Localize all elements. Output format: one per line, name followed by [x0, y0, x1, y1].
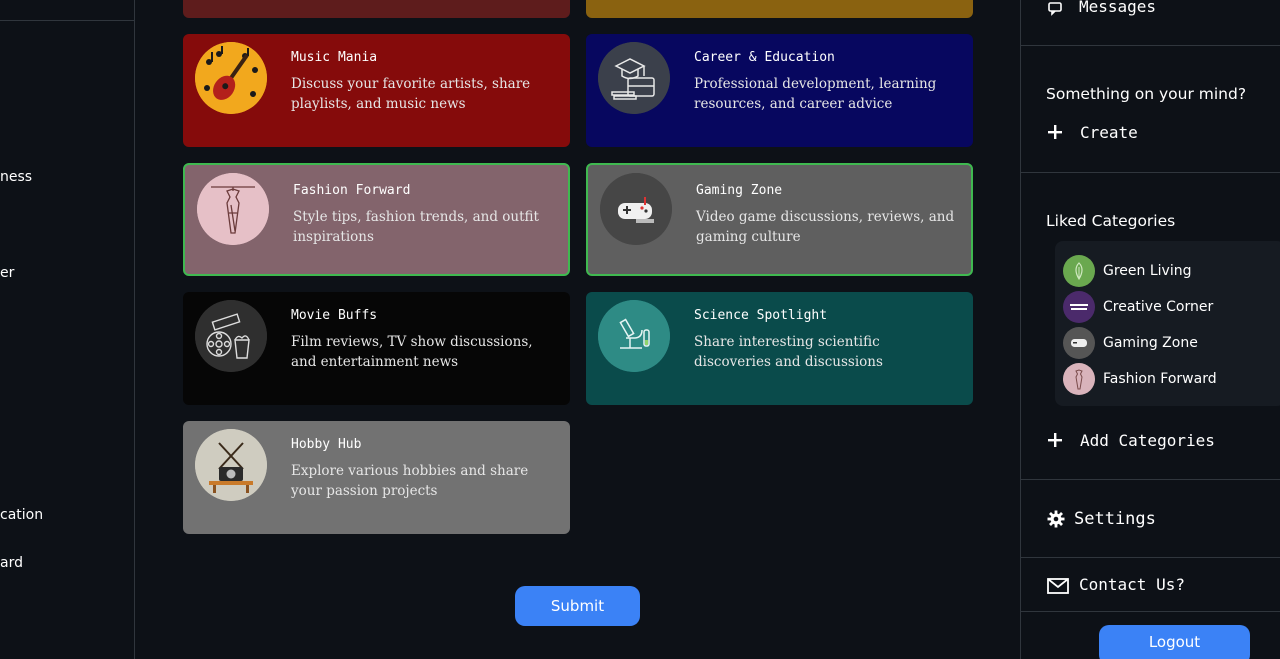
right-sidebar: Messages Something on your mind? Create …: [1020, 0, 1280, 659]
dress-icon: [1063, 363, 1095, 395]
guitar-icon: [195, 42, 267, 114]
sidebar-item-business[interactable]: ness: [0, 169, 32, 185]
divider: [1021, 611, 1280, 612]
card-description: Explore various hobbies and share your p…: [291, 463, 529, 499]
sidebar-item-fashion[interactable]: ard: [0, 555, 23, 571]
category-card-movie-buffs[interactable]: Movie Buffs Film reviews, TV show discus…: [183, 292, 570, 405]
card-partial[interactable]: [586, 0, 973, 18]
category-card-gaming-zone[interactable]: Gaming Zone Video game discussions, revi…: [586, 163, 973, 276]
liked-item-green-living[interactable]: Green Living: [1063, 255, 1191, 287]
envelope-icon: [1047, 578, 1069, 598]
category-card-career-education[interactable]: Career & Education Professional developm…: [586, 34, 973, 147]
sidebar-item-education[interactable]: cation: [0, 507, 43, 523]
card-partial[interactable]: [183, 0, 570, 18]
category-card-fashion-forward[interactable]: Fashion Forward Style tips, fashion tren…: [183, 163, 570, 276]
film-reel-icon: [195, 300, 267, 372]
liked-item-fashion-forward[interactable]: Fashion Forward: [1063, 363, 1217, 395]
divider: [1021, 557, 1280, 558]
plus-icon: [1047, 432, 1063, 452]
left-sidebar: ness er cation ard: [0, 0, 135, 659]
settings-link[interactable]: Settings: [1074, 509, 1156, 529]
divider: [1021, 45, 1280, 46]
liked-categories-heading: Liked Categories: [1046, 212, 1176, 230]
liked-item-label: Creative Corner: [1103, 299, 1214, 315]
card-title: Gaming Zone: [696, 183, 783, 198]
card-title: Science Spotlight: [694, 308, 828, 323]
card-description: Professional development, learning resou…: [694, 76, 937, 112]
gear-icon: [1047, 510, 1065, 532]
card-title: Movie Buffs: [291, 308, 378, 323]
camera-icon: [195, 429, 267, 501]
add-categories-button[interactable]: Add Categories: [1080, 431, 1215, 450]
category-card-science-spotlight[interactable]: Science Spotlight Share interesting scie…: [586, 292, 973, 405]
divider: [1021, 479, 1280, 480]
card-description: Film reviews, TV show discussions, and e…: [291, 334, 533, 370]
card-title: Music Mania: [291, 50, 378, 65]
creative-corner-logo-icon: [1063, 291, 1095, 323]
liked-item-label: Fashion Forward: [1103, 371, 1217, 387]
card-description: Share interesting scientific discoveries…: [694, 334, 883, 370]
card-title: Hobby Hub: [291, 437, 362, 452]
liked-item-label: Gaming Zone: [1103, 335, 1198, 351]
contact-link[interactable]: Contact Us?: [1079, 575, 1185, 594]
liked-categories-list: Green Living Creative Corner Gaming Zone…: [1055, 241, 1280, 406]
sidebar-item-other[interactable]: er: [0, 265, 14, 281]
card-title: Fashion Forward: [293, 183, 411, 198]
logout-button[interactable]: Logout: [1099, 625, 1250, 659]
message-icon: [1047, 0, 1063, 20]
card-title: Career & Education: [694, 50, 835, 65]
card-description: Discuss your favorite artists, share pla…: [291, 76, 531, 112]
create-button[interactable]: Create: [1080, 123, 1138, 142]
divider: [1021, 172, 1280, 173]
leaf-icon: [1063, 255, 1095, 287]
dress-icon: [197, 173, 269, 245]
create-prompt: Something on your mind?: [1046, 85, 1247, 103]
card-description: Video game discussions, reviews, and gam…: [696, 209, 955, 245]
messages-link[interactable]: Messages: [1079, 0, 1156, 16]
liked-item-label: Green Living: [1103, 263, 1192, 279]
liked-item-gaming-zone[interactable]: Gaming Zone: [1063, 327, 1198, 359]
card-description: Style tips, fashion trends, and outfit i…: [293, 209, 539, 245]
category-card-music-mania[interactable]: Music Mania Discuss your favorite artist…: [183, 34, 570, 147]
microscope-icon: [598, 300, 670, 372]
divider: [0, 20, 134, 21]
graduation-cap-icon: [598, 42, 670, 114]
gamepad-icon: [600, 173, 672, 245]
submit-button[interactable]: Submit: [515, 586, 640, 626]
liked-item-creative-corner[interactable]: Creative Corner: [1063, 291, 1213, 323]
category-card-hobby-hub[interactable]: Hobby Hub Explore various hobbies and sh…: [183, 421, 570, 534]
gamepad-icon: [1063, 327, 1095, 359]
plus-icon: [1047, 124, 1063, 144]
